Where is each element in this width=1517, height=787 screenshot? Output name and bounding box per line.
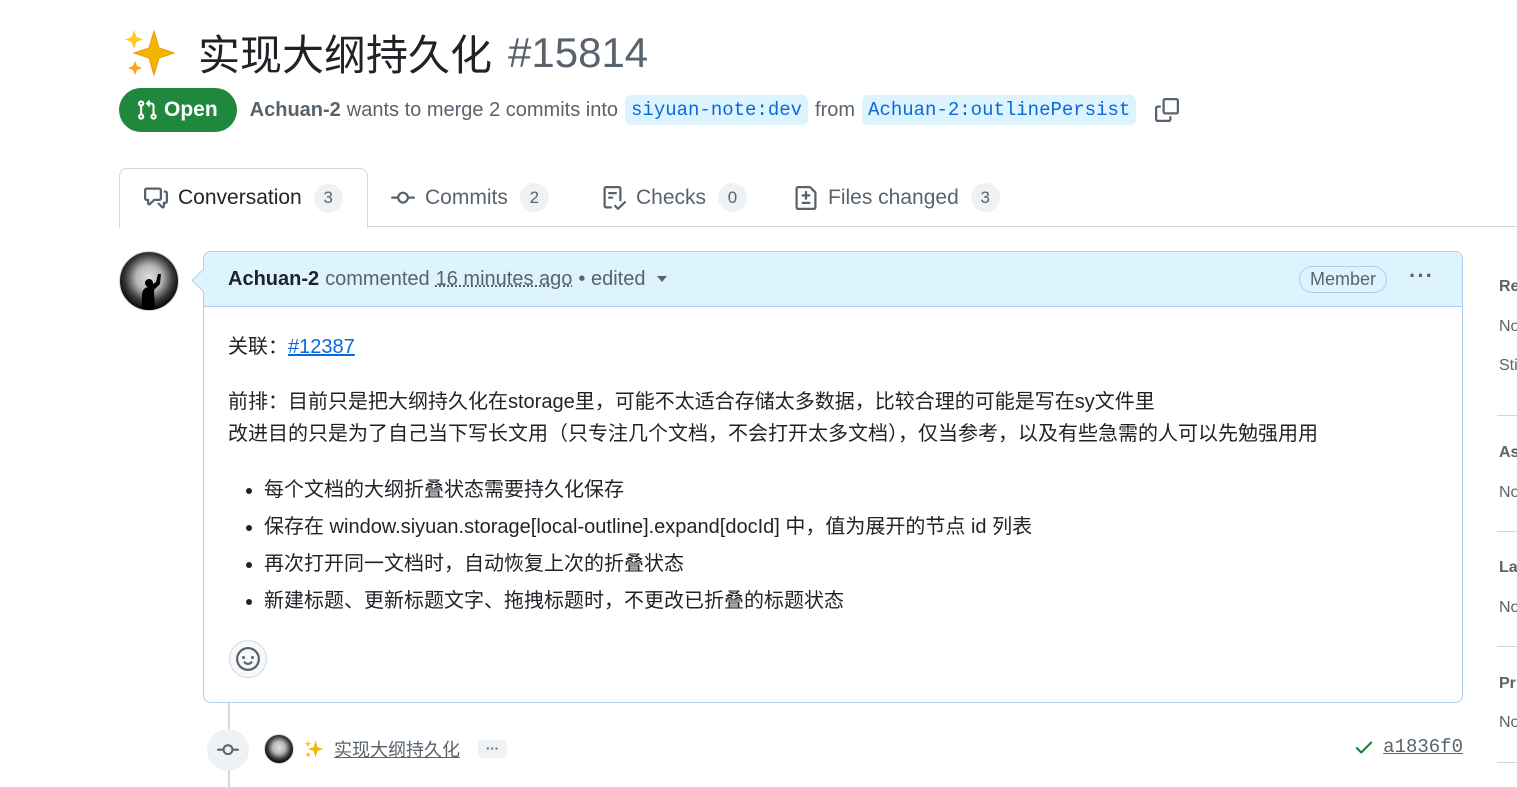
comment-box: Achuan-2 commented 16 minutes ago • edit… <box>203 251 1463 703</box>
sparkles-icon <box>304 740 324 758</box>
file-diff-icon <box>795 185 817 210</box>
git-commit-icon <box>217 744 239 756</box>
comment-edited-label[interactable]: • edited <box>578 268 645 291</box>
comment-paragraph-line-1: 前排：目前只是把大纲持久化在storage里，可能不太适合存储太多数据，比较合理… <box>228 391 1155 413</box>
check-icon[interactable] <box>1353 736 1375 758</box>
sidebar-heading-labels[interactable]: La <box>1499 559 1517 577</box>
chevron-down-icon[interactable] <box>657 276 668 282</box>
list-item: 新建标题、更新标题文字、拖拽标题时，不更改已折叠的标题状态 <box>264 583 1032 620</box>
tab-commits-count: 2 <box>519 183 549 212</box>
tab-files-changed-label: Files changed <box>828 185 959 209</box>
tab-commits[interactable]: Commits 2 <box>391 168 549 227</box>
sidebar-divider <box>1497 531 1517 532</box>
sidebar-divider <box>1497 646 1517 647</box>
tab-conversation-count: 3 <box>313 183 343 213</box>
related-line: 关联：#12387 <box>228 331 355 363</box>
commit-sha-link[interactable]: a1836f0 <box>1383 736 1463 758</box>
pr-state-badge: Open <box>119 88 237 132</box>
merge-text: wants to merge 2 commits into <box>346 98 619 121</box>
pr-title-row: 实现大纲持久化 #15814 <box>124 22 648 83</box>
pr-author-link[interactable]: Achuan-2 <box>250 99 341 122</box>
comment-header: Achuan-2 commented 16 minutes ago • edit… <box>204 252 1462 307</box>
pr-number: #15814 <box>508 28 649 76</box>
sidebar-heading-assignees[interactable]: As <box>1499 444 1517 462</box>
comment-timestamp[interactable]: 16 minutes ago <box>436 268 573 291</box>
smiley-icon <box>236 647 260 671</box>
list-item: 每个文档的大纲折叠状态需要持久化保存 <box>264 472 1032 509</box>
sidebar-divider <box>1497 415 1517 416</box>
comment-paragraph-line-2: 改进目的只是为了自己当下写长文用（只专注几个文档，不会打开太多文档），仅当参考，… <box>228 423 1318 445</box>
role-badge: Member <box>1298 266 1387 293</box>
avatar-silhouette-icon <box>142 274 161 310</box>
tab-commits-label: Commits <box>425 185 508 209</box>
git-commit-icon <box>391 191 415 204</box>
sidebar-value: No <box>1499 714 1517 731</box>
tab-checks[interactable]: Checks 0 <box>602 168 748 227</box>
add-reaction-button[interactable] <box>229 640 267 678</box>
git-pull-request-icon <box>138 99 157 120</box>
commit-meta: a1836f0 <box>1353 736 1463 758</box>
pr-tabs: Conversation 3 Commits 2 Checks 0 Files … <box>119 168 1517 228</box>
pr-state-label: Open <box>164 98 218 121</box>
base-branch[interactable]: siyuan-note:dev <box>625 95 809 125</box>
sidebar-heading-projects[interactable]: Pr <box>1499 675 1517 693</box>
from-text: from <box>815 98 856 121</box>
avatar[interactable] <box>119 251 179 311</box>
sidebar-value: Sti <box>1499 357 1517 374</box>
tab-conversation[interactable]: Conversation 3 <box>119 168 368 228</box>
related-issue-link[interactable]: #12387 <box>288 336 355 358</box>
list-item: 再次打开同一文档时，自动恢复上次的折叠状态 <box>264 546 1032 583</box>
tab-files-changed[interactable]: Files changed 3 <box>794 168 1000 227</box>
tab-files-changed-count: 3 <box>970 183 1000 212</box>
comment-bullet-list: 每个文档的大纲折叠状态需要持久化保存 保存在 window.siyuan.sto… <box>228 472 1032 620</box>
sidebar-value: No <box>1499 599 1517 616</box>
related-label: 关联： <box>228 336 288 358</box>
comment-discussion-icon <box>144 187 168 209</box>
sidebar-divider <box>1497 762 1517 763</box>
commit-expand-button[interactable]: ··· <box>478 740 507 758</box>
sparkles-icon <box>125 28 176 77</box>
comment-author-link[interactable]: Achuan-2 <box>228 268 319 291</box>
comment-paragraph: 前排：目前只是把大纲持久化在storage里，可能不太适合存储太多数据，比较合理… <box>228 386 1318 450</box>
kebab-menu-icon[interactable]: ··· <box>1409 263 1434 289</box>
tab-conversation-label: Conversation <box>178 186 302 209</box>
timeline-commit-badge <box>207 729 249 771</box>
checklist-icon <box>603 185 626 210</box>
sidebar-value: No <box>1499 318 1517 335</box>
tab-checks-count: 0 <box>718 183 748 212</box>
comment-action: commented <box>325 267 430 290</box>
copy-icon[interactable] <box>1155 98 1180 122</box>
tab-checks-label: Checks <box>636 185 707 209</box>
sidebar-value: No <box>1499 484 1517 501</box>
avatar[interactable] <box>264 734 294 764</box>
sidebar-heading-reviewers[interactable]: Re <box>1499 278 1517 296</box>
head-branch[interactable]: Achuan-2:outlinePersist <box>862 95 1137 125</box>
commit-message-link[interactable]: 实现大纲持久化 <box>334 736 460 762</box>
pr-title: 实现大纲持久化 <box>198 32 493 79</box>
list-item: 保存在 window.siyuan.storage[local-outline]… <box>264 509 1032 546</box>
pr-meta-row: Open Achuan-2 wants to merge 2 commits i… <box>119 88 1180 132</box>
commit-row: 实现大纲持久化 ··· <box>264 734 507 764</box>
